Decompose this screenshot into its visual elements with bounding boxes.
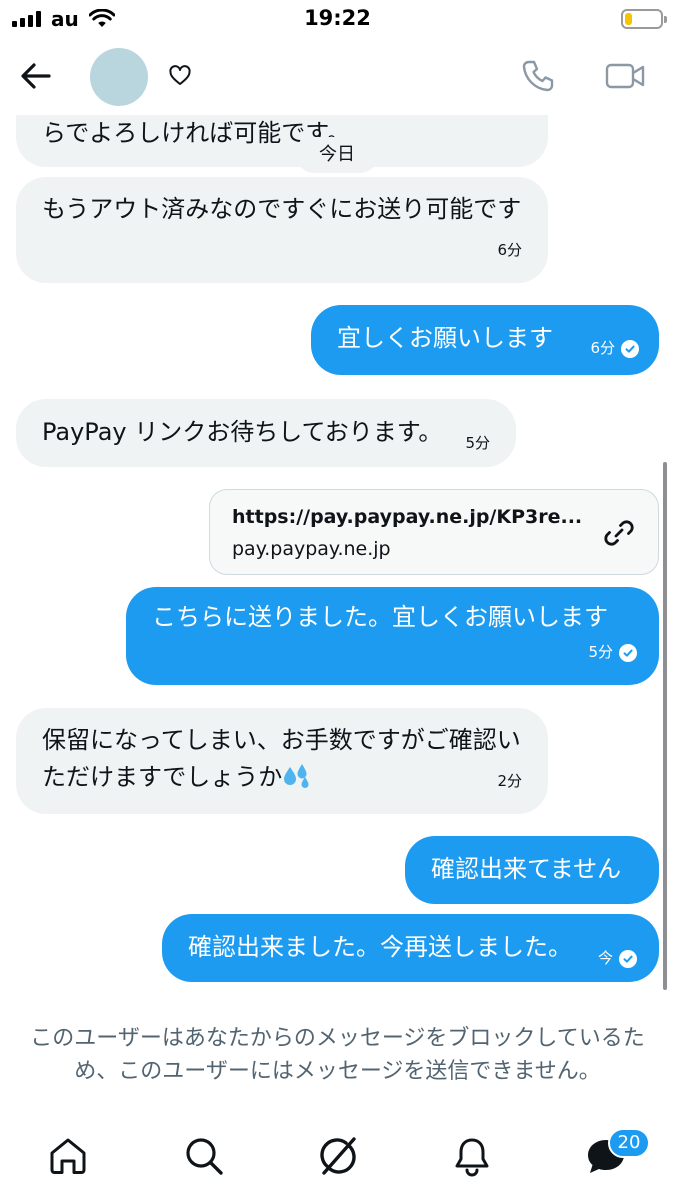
message-body: 保留になってしまい、お手数ですがご確認いただけますでしょうか [42,722,532,796]
notifications-icon[interactable] [450,1134,494,1178]
phone-icon[interactable] [520,58,556,94]
sweat-droplets-icon [284,764,309,788]
date-divider: 今日 [296,137,378,173]
message-text: PayPay リンクお待ちしております。 [42,418,443,446]
grok-icon[interactable] [316,1134,360,1178]
message-text: 宜しくお願いします [337,324,553,352]
message-text: 確認出来ました。今再送しました。 [188,933,572,961]
message-text: もうアウト済みなのですぐにお送り可能です [42,195,522,223]
clock: 19:22 [304,6,371,30]
heart-icon[interactable] [168,64,192,88]
battery-icon [621,9,667,29]
message-bubble-incoming[interactable]: 保留になってしまい、お手数ですがご確認いただけますでしょうか 2分 [16,708,548,814]
message-meta: 5分 [588,634,637,671]
home-icon[interactable] [46,1134,90,1178]
message-bubble-incoming[interactable]: もうアウト済みなのですぐにお送り可能です 6分 [16,177,548,283]
messages-badge: 20 [608,1128,650,1158]
message-time: 今 [597,949,613,967]
link-domain: pay.paypay.ne.jp [232,538,391,560]
message-bubble-outgoing[interactable]: こちらに送りました。宜しくお願いします 5分 [126,587,659,685]
avatar[interactable] [90,48,148,106]
message-time: 2分 [497,772,522,790]
link-preview-card[interactable]: https://pay.paypay.ne.jp/KP3re... pay.pa… [209,489,659,575]
arrow-left-icon[interactable] [18,58,54,94]
status-bar: au 19:22 [0,0,675,40]
link-icon [604,520,634,546]
message-text: 確認出来てません [431,855,622,883]
battery-level [625,13,632,25]
read-check-icon [621,339,639,358]
message-meta: 6分 [590,330,639,367]
message-list[interactable]: らでよろしければ可能です。 今日 もうアウト済みなのですぐにお送り可能です 6分… [0,115,675,1010]
read-check-icon [619,949,637,968]
message-time: 6分 [590,339,615,357]
message-time: 5分 [588,643,613,661]
blocked-notice: このユーザーはあなたからのメッセージをブロックしているため、このユーザーにはメッ… [30,1026,645,1084]
message-bubble-outgoing[interactable]: 確認出来てません [405,836,659,904]
scrollbar[interactable] [663,462,667,990]
message-bubble-outgoing[interactable]: 宜しくお願いします 6分 [311,305,659,375]
video-camera-icon[interactable] [604,58,646,94]
message-time: 6分 [497,241,522,259]
link-url: https://pay.paypay.ne.jp/KP3re... [232,506,583,528]
search-icon[interactable] [182,1134,226,1178]
bottom-navigation: 20 [0,1120,675,1200]
read-check-icon [619,643,637,662]
conversation-header [0,40,675,115]
message-meta: 今 [598,940,637,977]
message-bubble-incoming[interactable]: PayPay リンクお待ちしております。 5分 [16,399,516,467]
message-time: 5分 [465,434,490,452]
message-text: こちらに送りました。宜しくお願いします [152,603,608,631]
message-bubble-incoming[interactable]: らでよろしければ可能です。 [16,115,548,167]
message-bubble-outgoing[interactable]: 確認出来ました。今再送しました。 今 [162,914,659,982]
